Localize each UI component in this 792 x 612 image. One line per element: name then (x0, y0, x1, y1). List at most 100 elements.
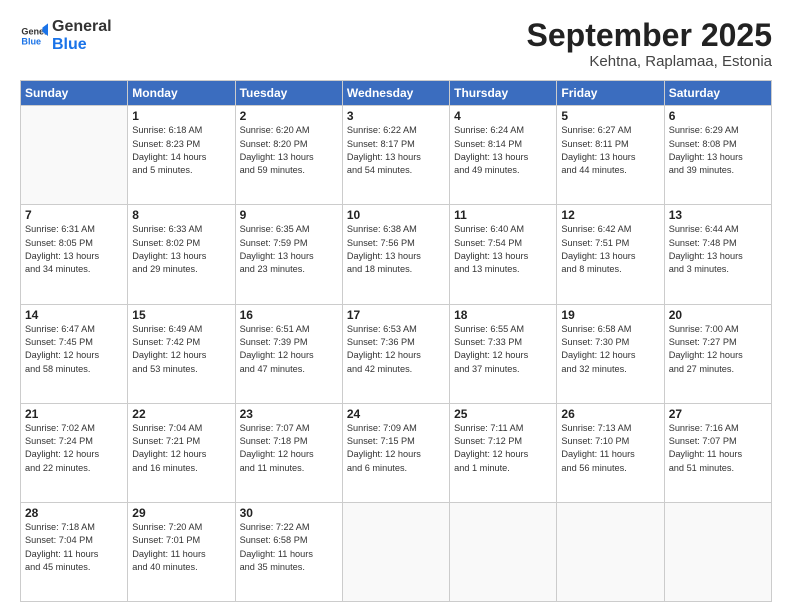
day-number: 26 (561, 407, 659, 421)
day-info: Sunrise: 7:00 AMSunset: 7:27 PMDaylight:… (669, 323, 767, 376)
day-number: 27 (669, 407, 767, 421)
day-info: Sunrise: 6:20 AMSunset: 8:20 PMDaylight:… (240, 124, 338, 177)
day-number: 18 (454, 308, 552, 322)
day-info: Sunrise: 6:58 AMSunset: 7:30 PMDaylight:… (561, 323, 659, 376)
day-cell: 21Sunrise: 7:02 AMSunset: 7:24 PMDayligh… (21, 403, 128, 502)
day-info: Sunrise: 7:07 AMSunset: 7:18 PMDaylight:… (240, 422, 338, 475)
day-number: 2 (240, 109, 338, 123)
day-number: 16 (240, 308, 338, 322)
day-info: Sunrise: 7:18 AMSunset: 7:04 PMDaylight:… (25, 521, 123, 574)
day-cell: 13Sunrise: 6:44 AMSunset: 7:48 PMDayligh… (664, 205, 771, 304)
day-number: 9 (240, 208, 338, 222)
day-cell: 23Sunrise: 7:07 AMSunset: 7:18 PMDayligh… (235, 403, 342, 502)
day-info: Sunrise: 7:13 AMSunset: 7:10 PMDaylight:… (561, 422, 659, 475)
day-cell: 22Sunrise: 7:04 AMSunset: 7:21 PMDayligh… (128, 403, 235, 502)
day-cell: 8Sunrise: 6:33 AMSunset: 8:02 PMDaylight… (128, 205, 235, 304)
week-row-1: 7Sunrise: 6:31 AMSunset: 8:05 PMDaylight… (21, 205, 772, 304)
day-cell: 6Sunrise: 6:29 AMSunset: 8:08 PMDaylight… (664, 106, 771, 205)
page: General Blue General Blue September 2025… (0, 0, 792, 612)
day-info: Sunrise: 6:47 AMSunset: 7:45 PMDaylight:… (25, 323, 123, 376)
logo-icon: General Blue (20, 22, 48, 50)
day-info: Sunrise: 6:40 AMSunset: 7:54 PMDaylight:… (454, 223, 552, 276)
col-header-tuesday: Tuesday (235, 81, 342, 106)
day-number: 22 (132, 407, 230, 421)
day-number: 11 (454, 208, 552, 222)
month-title: September 2025 (527, 18, 772, 53)
day-number: 24 (347, 407, 445, 421)
day-number: 29 (132, 506, 230, 520)
col-header-sunday: Sunday (21, 81, 128, 106)
day-cell: 24Sunrise: 7:09 AMSunset: 7:15 PMDayligh… (342, 403, 449, 502)
day-cell: 7Sunrise: 6:31 AMSunset: 8:05 PMDaylight… (21, 205, 128, 304)
day-info: Sunrise: 7:02 AMSunset: 7:24 PMDaylight:… (25, 422, 123, 475)
day-info: Sunrise: 7:20 AMSunset: 7:01 PMDaylight:… (132, 521, 230, 574)
day-cell: 9Sunrise: 6:35 AMSunset: 7:59 PMDaylight… (235, 205, 342, 304)
day-info: Sunrise: 6:27 AMSunset: 8:11 PMDaylight:… (561, 124, 659, 177)
day-cell: 3Sunrise: 6:22 AMSunset: 8:17 PMDaylight… (342, 106, 449, 205)
day-cell: 18Sunrise: 6:55 AMSunset: 7:33 PMDayligh… (450, 304, 557, 403)
week-row-3: 21Sunrise: 7:02 AMSunset: 7:24 PMDayligh… (21, 403, 772, 502)
col-header-saturday: Saturday (664, 81, 771, 106)
col-header-monday: Monday (128, 81, 235, 106)
day-number: 17 (347, 308, 445, 322)
day-number: 6 (669, 109, 767, 123)
day-cell (21, 106, 128, 205)
day-number: 1 (132, 109, 230, 123)
day-cell: 26Sunrise: 7:13 AMSunset: 7:10 PMDayligh… (557, 403, 664, 502)
col-header-wednesday: Wednesday (342, 81, 449, 106)
day-info: Sunrise: 6:31 AMSunset: 8:05 PMDaylight:… (25, 223, 123, 276)
day-info: Sunrise: 6:42 AMSunset: 7:51 PMDaylight:… (561, 223, 659, 276)
col-header-thursday: Thursday (450, 81, 557, 106)
day-number: 23 (240, 407, 338, 421)
day-info: Sunrise: 6:24 AMSunset: 8:14 PMDaylight:… (454, 124, 552, 177)
day-cell (450, 502, 557, 601)
day-info: Sunrise: 6:29 AMSunset: 8:08 PMDaylight:… (669, 124, 767, 177)
day-cell: 17Sunrise: 6:53 AMSunset: 7:36 PMDayligh… (342, 304, 449, 403)
day-cell (342, 502, 449, 601)
week-row-0: 1Sunrise: 6:18 AMSunset: 8:23 PMDaylight… (21, 106, 772, 205)
day-cell: 19Sunrise: 6:58 AMSunset: 7:30 PMDayligh… (557, 304, 664, 403)
day-cell: 14Sunrise: 6:47 AMSunset: 7:45 PMDayligh… (21, 304, 128, 403)
day-info: Sunrise: 6:35 AMSunset: 7:59 PMDaylight:… (240, 223, 338, 276)
day-cell: 29Sunrise: 7:20 AMSunset: 7:01 PMDayligh… (128, 502, 235, 601)
day-number: 13 (669, 208, 767, 222)
day-info: Sunrise: 6:22 AMSunset: 8:17 PMDaylight:… (347, 124, 445, 177)
day-cell: 30Sunrise: 7:22 AMSunset: 6:58 PMDayligh… (235, 502, 342, 601)
day-cell: 20Sunrise: 7:00 AMSunset: 7:27 PMDayligh… (664, 304, 771, 403)
week-row-2: 14Sunrise: 6:47 AMSunset: 7:45 PMDayligh… (21, 304, 772, 403)
day-number: 15 (132, 308, 230, 322)
day-cell: 15Sunrise: 6:49 AMSunset: 7:42 PMDayligh… (128, 304, 235, 403)
day-cell: 5Sunrise: 6:27 AMSunset: 8:11 PMDaylight… (557, 106, 664, 205)
header: General Blue General Blue September 2025… (20, 18, 772, 70)
day-info: Sunrise: 6:49 AMSunset: 7:42 PMDaylight:… (132, 323, 230, 376)
day-info: Sunrise: 7:11 AMSunset: 7:12 PMDaylight:… (454, 422, 552, 475)
day-cell: 16Sunrise: 6:51 AMSunset: 7:39 PMDayligh… (235, 304, 342, 403)
day-number: 28 (25, 506, 123, 520)
day-cell: 1Sunrise: 6:18 AMSunset: 8:23 PMDaylight… (128, 106, 235, 205)
day-cell: 27Sunrise: 7:16 AMSunset: 7:07 PMDayligh… (664, 403, 771, 502)
day-info: Sunrise: 7:16 AMSunset: 7:07 PMDaylight:… (669, 422, 767, 475)
logo-blue: Blue (52, 36, 112, 54)
day-number: 7 (25, 208, 123, 222)
day-info: Sunrise: 6:18 AMSunset: 8:23 PMDaylight:… (132, 124, 230, 177)
day-cell: 11Sunrise: 6:40 AMSunset: 7:54 PMDayligh… (450, 205, 557, 304)
day-info: Sunrise: 6:33 AMSunset: 8:02 PMDaylight:… (132, 223, 230, 276)
logo: General Blue General Blue (20, 18, 112, 53)
day-cell: 2Sunrise: 6:20 AMSunset: 8:20 PMDaylight… (235, 106, 342, 205)
day-info: Sunrise: 7:09 AMSunset: 7:15 PMDaylight:… (347, 422, 445, 475)
day-number: 12 (561, 208, 659, 222)
day-number: 4 (454, 109, 552, 123)
day-number: 25 (454, 407, 552, 421)
day-number: 8 (132, 208, 230, 222)
logo-general: General (52, 18, 112, 36)
day-info: Sunrise: 6:38 AMSunset: 7:56 PMDaylight:… (347, 223, 445, 276)
title-block: September 2025 Kehtna, Raplamaa, Estonia (527, 18, 772, 70)
day-number: 20 (669, 308, 767, 322)
day-cell: 4Sunrise: 6:24 AMSunset: 8:14 PMDaylight… (450, 106, 557, 205)
col-header-friday: Friday (557, 81, 664, 106)
week-row-4: 28Sunrise: 7:18 AMSunset: 7:04 PMDayligh… (21, 502, 772, 601)
day-info: Sunrise: 6:44 AMSunset: 7:48 PMDaylight:… (669, 223, 767, 276)
calendar-header-row: SundayMondayTuesdayWednesdayThursdayFrid… (21, 81, 772, 106)
day-info: Sunrise: 7:22 AMSunset: 6:58 PMDaylight:… (240, 521, 338, 574)
day-info: Sunrise: 6:53 AMSunset: 7:36 PMDaylight:… (347, 323, 445, 376)
